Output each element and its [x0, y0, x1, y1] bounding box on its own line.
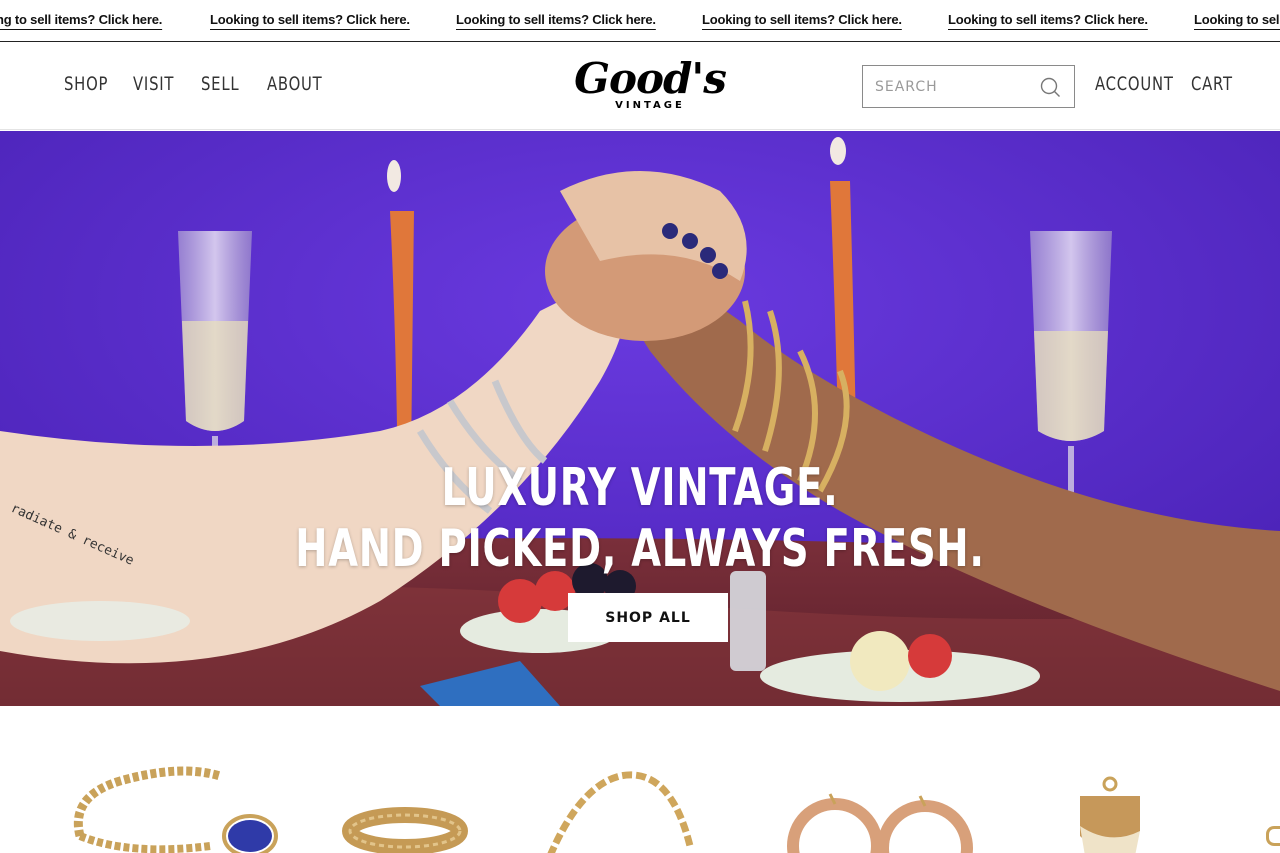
- hero-headline-line2: HAND PICKED, ALWAYS FRESH.: [295, 519, 985, 579]
- gold-claw-pendant-icon[interactable]: [1010, 736, 1250, 853]
- nav-about[interactable]: ABOUT: [267, 73, 323, 95]
- gold-curb-bracelet-icon[interactable]: [40, 736, 280, 853]
- partial-product-icon: [1266, 826, 1280, 846]
- logo-subtitle: VINTAGE: [615, 100, 685, 111]
- search-icon[interactable]: [1039, 76, 1061, 98]
- announcement-link[interactable]: Looking to sell items? Click here.: [210, 12, 410, 27]
- announcement-link[interactable]: Looking to sell items? Click here.: [702, 12, 902, 27]
- nav-cart[interactable]: CART: [1191, 73, 1233, 95]
- announcement-link[interactable]: Looking to sell: [1194, 12, 1280, 27]
- nav-account[interactable]: ACCOUNT: [1095, 73, 1174, 95]
- search-input[interactable]: [863, 66, 1033, 107]
- shop-all-button[interactable]: SHOP ALL: [568, 593, 728, 642]
- gold-figaro-chain-icon[interactable]: [520, 736, 760, 853]
- nav-sell[interactable]: SELL: [201, 73, 239, 95]
- nav-visit[interactable]: VISIT: [133, 73, 174, 95]
- search-box: [862, 65, 1075, 108]
- site-logo[interactable]: Good's VINTAGE: [565, 54, 735, 118]
- site-header: SHOP VISIT SELL ABOUT Good's VINTAGE ACC…: [0, 42, 1280, 130]
- announcement-link[interactable]: Looking to sell items? Click here.: [948, 12, 1148, 27]
- nav-shop[interactable]: SHOP: [64, 73, 108, 95]
- announcement-link[interactable]: ng to sell items? Click here.: [0, 12, 162, 27]
- announcement-bar: ng to sell items? Click here. Looking to…: [0, 0, 1280, 42]
- logo-wordmark: Good's: [574, 54, 727, 103]
- hero-headline-line1: LUXURY VINTAGE.: [441, 458, 839, 518]
- gold-band-ring-icon[interactable]: [290, 736, 530, 853]
- product-strip: [0, 706, 1280, 853]
- gold-hoop-earrings-icon[interactable]: [770, 736, 1010, 853]
- announcement-link[interactable]: Looking to sell items? Click here.: [456, 12, 656, 27]
- hero-banner: radiate & receive LUXURY VINTAGE. HAND P…: [0, 131, 1280, 706]
